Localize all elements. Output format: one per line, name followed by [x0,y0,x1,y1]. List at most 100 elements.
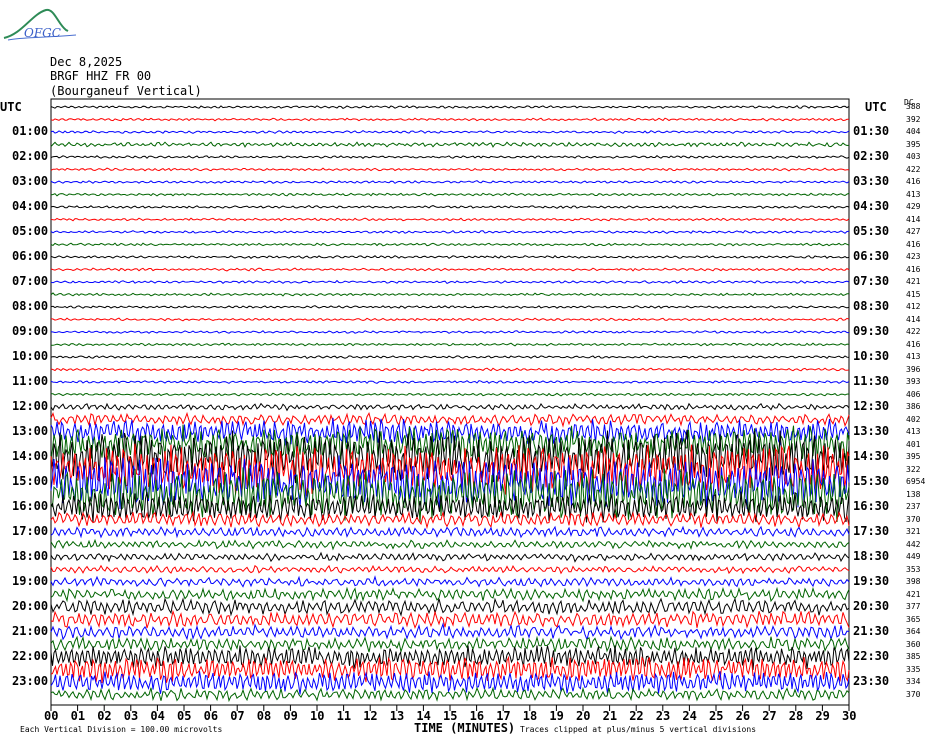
trace-line [50,609,850,629]
trace-line [50,242,850,247]
trace-line [50,105,850,110]
left-hour-label: 05:00 [12,224,49,238]
right-hour-label: 07:30 [853,274,890,288]
trace-line [50,380,850,384]
trace-count-label: 364 [906,627,921,636]
left-hour-label: 20:00 [12,599,49,613]
trace-count-label: 416 [906,264,921,274]
left-hour-label: 07:00 [12,274,49,288]
x-tick-label: 29 [815,709,830,723]
x-tick-label: 02 [97,709,112,723]
trace-count-label: 403 [906,152,921,161]
trace-line [50,586,850,603]
trace-count-label: 402 [906,414,921,424]
left-hour-label: 23:00 [12,674,49,688]
x-tick-label: 24 [682,709,697,723]
right-hour-label: 03:30 [853,174,890,188]
left-hour-label: 17:00 [12,524,49,538]
left-hour-label: 14:00 [12,449,49,463]
trace-count-label: 334 [906,677,921,686]
trace-count-label: 395 [906,139,921,149]
trace-count-label: 442 [906,539,921,549]
trace-line [50,402,850,412]
trace-line [50,155,850,159]
right-hour-label: 10:30 [853,349,890,363]
left-hour-label: 21:00 [12,624,49,638]
x-axis-title: TIME (MINUTES) [414,721,516,735]
trace-count-label: 398 [906,577,921,586]
right-hour-label: 13:30 [853,424,890,438]
right-hour-label: 12:30 [853,399,890,413]
right-hour-label: 23:30 [853,674,890,688]
x-tick-label: 21 [602,709,618,723]
trace-count-label: 422 [906,164,921,174]
left-hour-label: 13:00 [12,424,49,438]
x-tick-label: 09 [283,709,298,723]
x-tick-label: 01 [70,709,86,723]
x-tick-label: 12 [363,709,378,723]
x-tick-label: 20 [576,709,591,723]
left-hour-label: 18:00 [12,549,49,563]
left-hour-label: 04:00 [12,199,49,213]
trace-count-label: 401 [906,439,921,449]
x-tick-label: 10 [310,709,325,723]
right-hour-label: 20:30 [853,599,890,613]
right-hour-label: 16:30 [853,499,890,513]
trace-line [50,267,850,272]
trace-count-label: 416 [906,239,921,249]
trace-count-label: 422 [906,327,921,336]
right-hour-label: 05:30 [853,224,890,238]
trace-line [50,305,850,309]
trace-line [50,411,850,428]
left-hour-label: 15:00 [12,474,49,488]
trace-count-label: 412 [906,302,921,311]
trace-count-label: 138 [906,489,921,499]
left-hour-label: 22:00 [12,649,49,663]
trace-count-label: 449 [906,552,921,561]
trace-line [50,180,850,184]
trace-line [50,317,850,322]
trace-count-label: 413 [906,427,921,436]
trace-count-label: 321 [906,527,921,536]
trace-line [50,205,850,210]
trace-line [50,538,850,551]
trace-count-label: 385 [906,652,921,661]
left-hour-label: 11:00 [12,374,49,388]
x-tick-label: 11 [336,709,352,723]
trace-count-label: 416 [906,177,921,186]
left-hour-label: 08:00 [12,299,49,313]
trace-count-label: 429 [906,202,921,211]
x-tick-label: 26 [735,709,751,723]
trace-line [50,525,850,539]
trace-line [50,117,850,122]
trace-count-label: 421 [906,589,921,599]
trace-line [50,279,850,285]
right-hour-label: 18:30 [853,549,890,563]
clip-note: Traces clipped at plus/minus 5 vertical … [520,725,757,734]
trace-line [50,330,850,334]
trace-count-label: 392 [906,114,921,124]
scale-note: Each Vertical Division = 100.00 microvol… [20,725,223,734]
trace-count-label: 370 [906,689,921,699]
x-tick-label: 22 [629,709,644,723]
right-hour-label: 22:30 [853,649,890,663]
trace-count-label: 421 [906,277,921,286]
trace-line [51,342,850,347]
trace-count-label: 370 [906,514,921,524]
left-hour-label: 10:00 [12,349,49,363]
trace-line [50,229,850,234]
right-hour-label: 17:30 [853,524,890,538]
trace-line [50,622,850,642]
trace-count-label: 353 [906,564,921,574]
trace-line [50,551,850,563]
trace-count-label: 427 [906,227,921,236]
trace-line [50,686,850,703]
right-hour-label: 19:30 [853,574,890,588]
left-hour-label: 09:00 [12,324,49,338]
right-hour-label: 15:30 [853,474,890,488]
x-tick-label: 06 [203,709,219,723]
x-tick-label: 30 [842,709,857,723]
right-hour-label: 21:30 [853,624,890,638]
x-tick-label: 08 [256,709,272,723]
x-tick-label: 25 [709,709,724,723]
